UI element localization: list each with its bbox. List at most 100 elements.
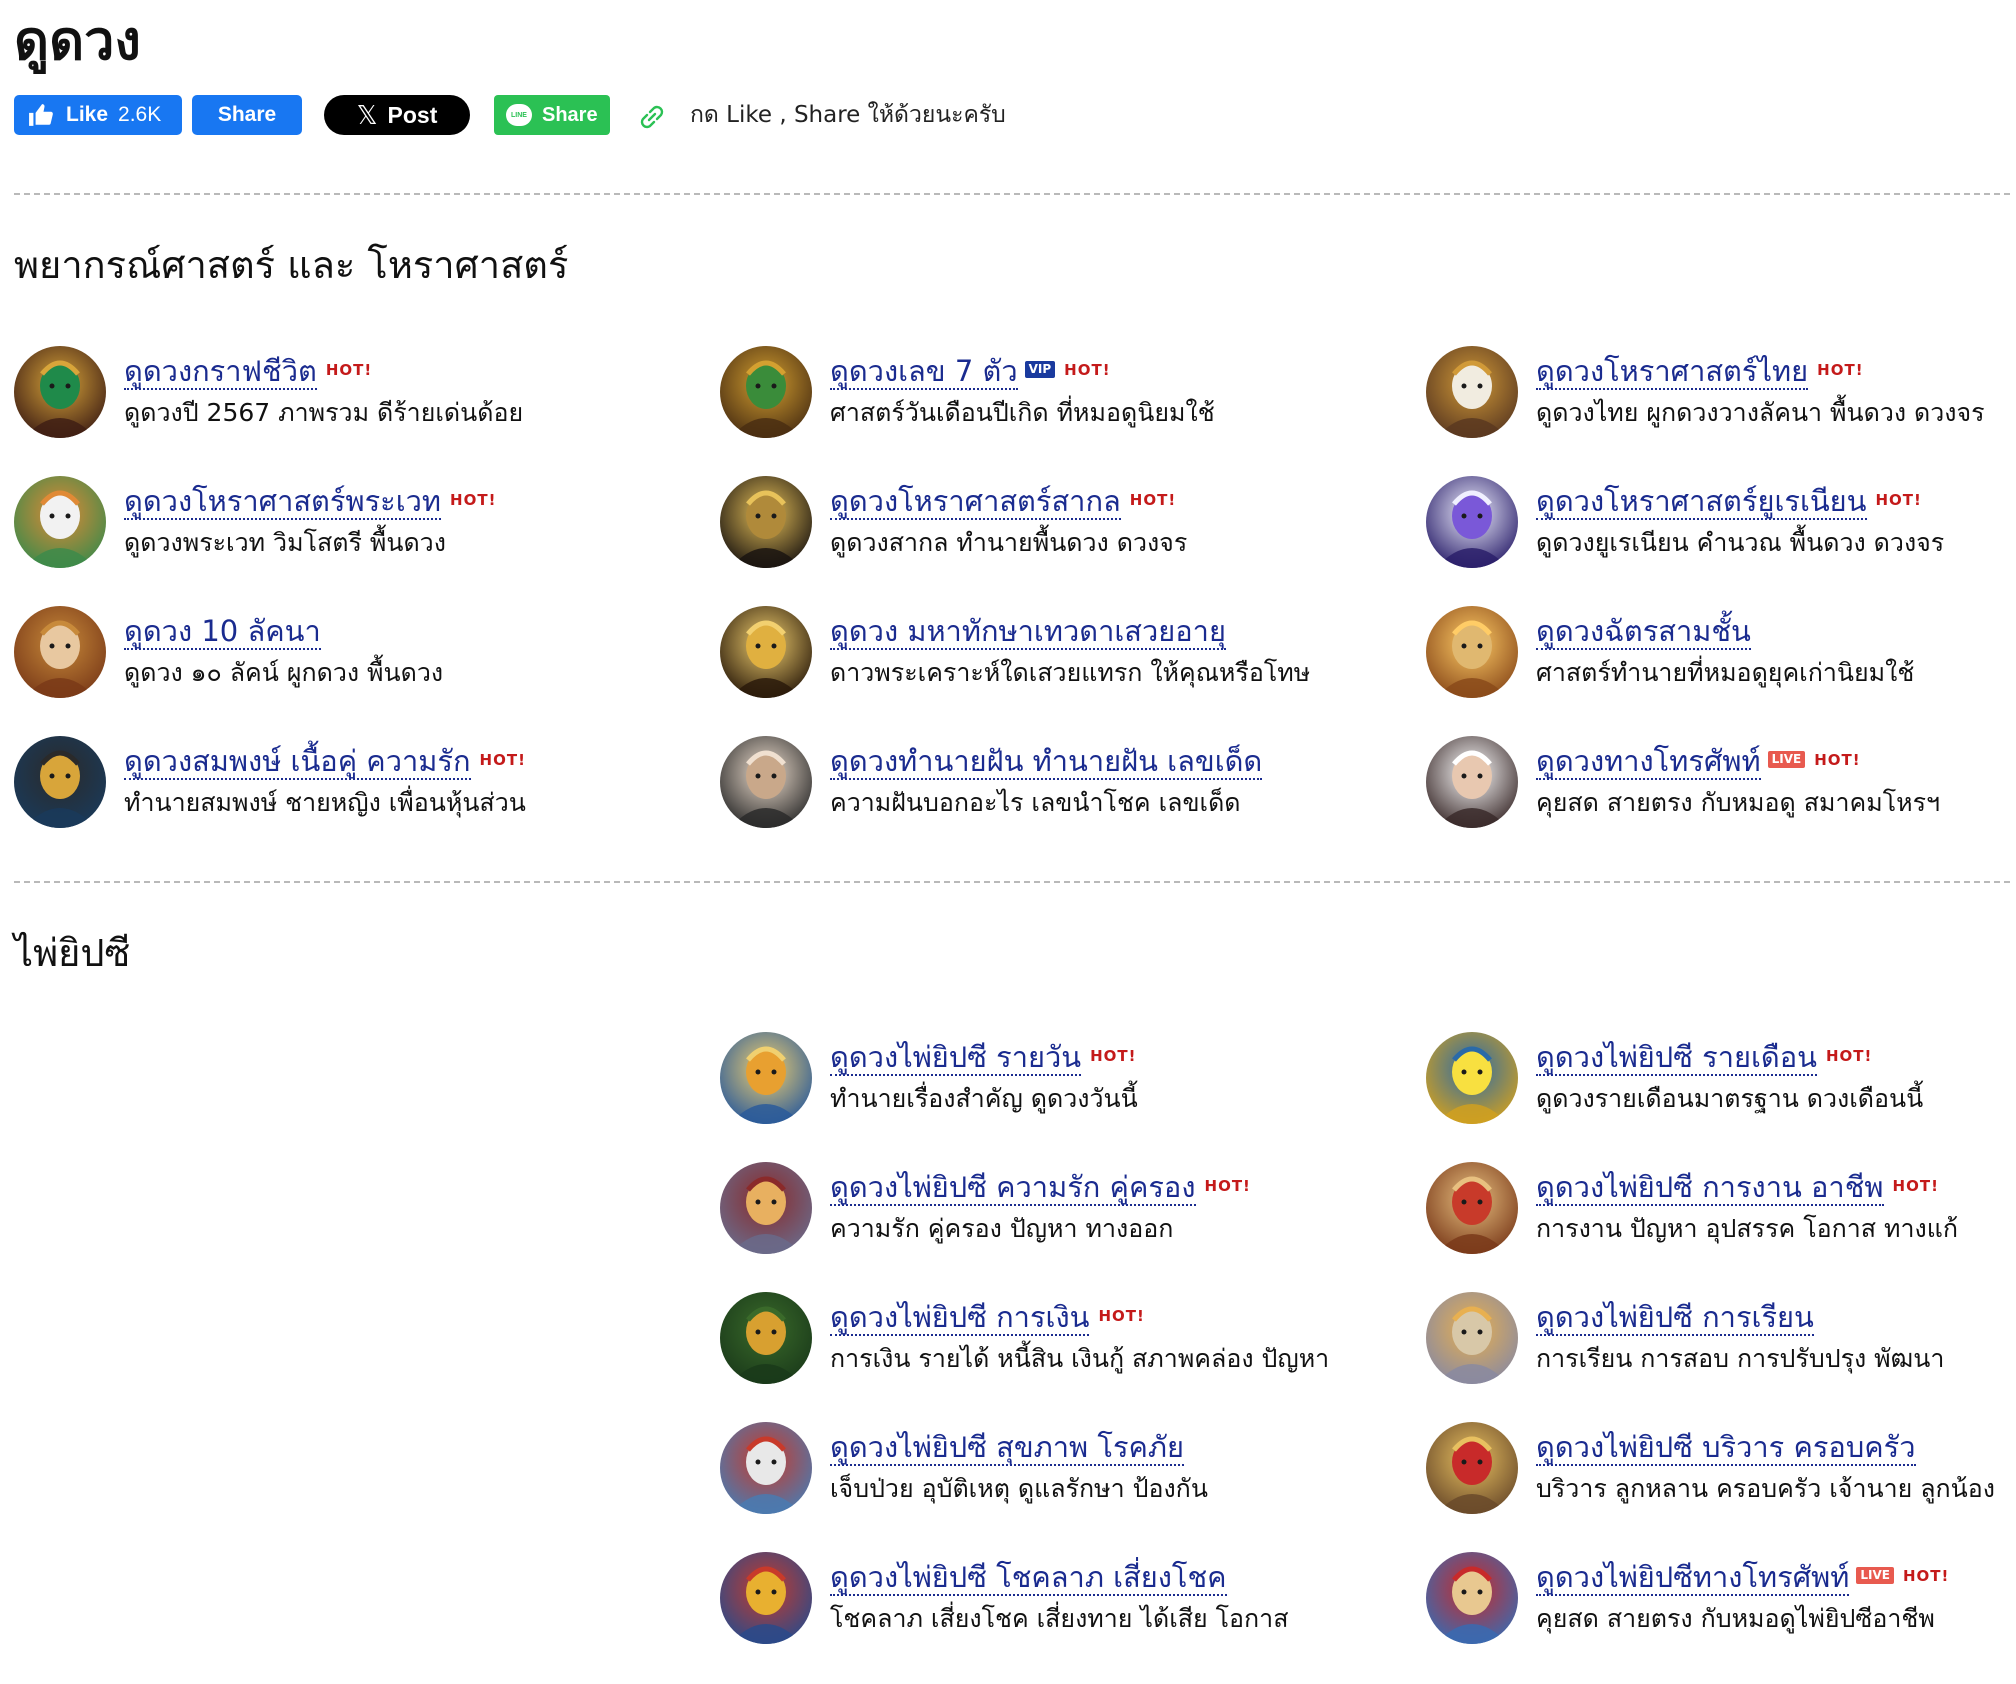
list-item: ดูดวงไพ่ยิปซี บริวาร ครอบครัวบริวาร ลูกห… [1426,1422,2016,1518]
item-thumbnail[interactable] [720,1162,812,1254]
list-item: ดูดวงไพ่ยิปซี การงาน อาชีพ HOT! การงาน ปัญ… [1426,1162,2016,1258]
item-description: ดูดวงปี 2567 ภาพรวม ดีร้ายเด่นด้อย [124,398,524,427]
item-title-row: ดูดวงไพ่ยิปซี โชคลาภ เสี่ยงโชค [830,1552,1227,1596]
facebook-like-button[interactable]: Like 2.6K [14,95,182,135]
hot-badge: HOT! [1817,361,1864,379]
item-thumbnail[interactable] [720,1552,812,1644]
item-thumbnail[interactable] [14,736,106,828]
facebook-like-label: Like [66,103,109,126]
hot-badge: HOT! [1090,1047,1137,1065]
item-thumbnail[interactable] [14,606,106,698]
hot-badge: HOT! [479,751,526,769]
item-description: ความฝันบอกอะไร เลขนำโชค เลขเด็ด [830,788,1241,817]
hot-badge: HOT! [1204,1177,1251,1195]
live-badge: LIVE [1856,1567,1894,1584]
hot-badge: HOT! [1875,491,1922,509]
item-title-row: ดูดวงเลข 7 ตัว VIP HOT! [830,346,1111,390]
item-title-link[interactable]: ดูดวงทำนายฝัน ทำนายฝัน เลขเด็ด [830,744,1263,780]
item-title-row: ดูดวงกราฟชีวิต HOT! [124,346,372,390]
line-share-button[interactable]: LINE Share [494,95,610,135]
item-title-row: ดูดวงโหราศาสตร์ไทย HOT! [1536,346,1864,390]
list-item: ดูดวงโหราศาสตร์สากล HOT! ดูดวงสากล ทำนายพื… [720,476,1360,572]
list-item: ดูดวงไพ่ยิปซี รายเดือน HOT! ดูดวงรายเดือนม… [1426,1032,2016,1128]
x-post-button[interactable]: 𝕏 Post [324,95,470,135]
item-title-link[interactable]: ดูดวงไพ่ยิปซี สุขภาพ โรคภัย [830,1430,1185,1466]
item-thumbnail[interactable] [14,346,106,438]
item-thumbnail[interactable] [1426,1162,1518,1254]
item-title-link[interactable]: ดูดวงฉัตรสามชั้น [1536,614,1751,650]
list-item: ดูดวงไพ่ยิปซี การเรียนการเรียน การสอบ กา… [1426,1292,2016,1388]
list-item: ดูดวงกราฟชีวิต HOT! ดูดวงปี 2567 ภาพรวม ดี… [14,346,654,442]
item-thumbnail[interactable] [1426,1422,1518,1514]
item-description: ทำนายเรื่องสำคัญ ดูดวงวันนี้ [830,1084,1138,1113]
share-note: กด Like , Share ให้ด้วยนะครับ [690,102,1006,128]
item-description: ดูดวงพระเวท วิมโสตรี พื้นดวง [124,528,446,557]
item-title-link[interactable]: ดูดวงโหราศาสตร์ยูเรเนียน [1536,484,1867,520]
item-thumbnail[interactable] [14,476,106,568]
item-thumbnail[interactable] [720,606,812,698]
item-title-row: ดูดวงโหราศาสตร์สากล HOT! [830,476,1176,520]
item-title-row: ดูดวงไพ่ยิปซี ความรัก คู่ครอง HOT! [830,1162,1251,1206]
item-description: การงาน ปัญหา อุปสรรค โอกาส ทางแก้ [1536,1214,1958,1243]
item-description: การเงิน รายได้ หนี้สิน เงินกู้ สภาพคล่อง… [830,1344,1330,1373]
item-title-link[interactable]: ดูดวงไพ่ยิปซี บริวาร ครอบครัว [1536,1430,1916,1466]
item-title-link[interactable]: ดูดวงโหราศาสตร์สากล [830,484,1121,520]
item-thumbnail[interactable] [1426,1292,1518,1384]
item-title-row: ดูดวงทำนายฝัน ทำนายฝัน เลขเด็ด [830,736,1263,780]
list-item: ดูดวงโหราศาสตร์พระเวท HOT! ดูดวงพระเวท วิม… [14,476,654,572]
item-thumbnail[interactable] [720,1422,812,1514]
hot-badge: HOT! [1064,361,1111,379]
facebook-share-button[interactable]: Share [192,95,302,135]
item-description: ดูดวงยูเรเนียน คำนวณ พื้นดวง ดวงจร [1536,528,1945,557]
item-title-link[interactable]: ดูดวงโหราศาสตร์พระเวท [124,484,442,520]
hot-badge: HOT! [1098,1307,1145,1325]
list-item: ดูดวงฉัตรสามชั้น ศาสตร์ทำนายที่หมอดูยุคเก… [1426,606,2016,702]
item-title-link[interactable]: ดูดวงไพ่ยิปซี รายเดือน [1536,1040,1817,1076]
item-title-link[interactable]: ดูดวงโหราศาสตร์ไทย [1536,354,1809,390]
item-title-row: ดูดวง มหาทักษาเทวดาเสวยอายุ [830,606,1226,650]
item-thumbnail[interactable] [720,476,812,568]
divider [14,193,2010,195]
item-title-link[interactable]: ดูดวงไพ่ยิปซี ความรัก คู่ครอง [830,1170,1196,1206]
item-title-row: ดูดวงไพ่ยิปซี รายเดือน HOT! [1536,1032,1872,1076]
item-title-link[interactable]: ดูดวงไพ่ยิปซี โชคลาภ เสี่ยงโชค [830,1560,1227,1596]
item-thumbnail[interactable] [720,1032,812,1124]
item-title-link[interactable]: ดูดวง มหาทักษาเทวดาเสวยอายุ [830,614,1226,650]
item-thumbnail[interactable] [1426,346,1518,438]
item-title-link[interactable]: ดูดวงกราฟชีวิต [124,354,317,390]
hot-badge: HOT! [450,491,497,509]
item-thumbnail[interactable] [1426,736,1518,828]
facebook-like-count: 2.6K [118,103,162,126]
item-thumbnail[interactable] [720,736,812,828]
item-thumbnail[interactable] [1426,606,1518,698]
item-thumbnail[interactable] [1426,476,1518,568]
item-title-link[interactable]: ดูดวงสมพงษ์ เนื้อคู่ ความรัก [124,744,471,780]
section-title-tarot: ไพ่ยิปซี [14,931,131,975]
hot-badge: HOT! [1902,1567,1950,1585]
item-thumbnail[interactable] [720,1292,812,1384]
item-description: คุยสด สายตรง กับหมอดูไพ่ยิปซีอาชีพ [1536,1604,1935,1633]
item-title-link[interactable]: ดูดวงทางโทรศัพท์ [1536,744,1761,780]
item-thumbnail[interactable] [1426,1552,1518,1644]
line-share-label: Share [542,103,598,126]
item-title-row: ดูดวงโหราศาสตร์ยูเรเนียน HOT! [1536,476,1922,520]
item-description: ทำนายสมพงษ์ ชายหญิง เพื่อนหุ้นส่วน [124,788,526,817]
item-title-link[interactable]: ดูดวงไพ่ยิปซี การเรียน [1536,1300,1814,1336]
item-title-row: ดูดวงสมพงษ์ เนื้อคู่ ความรัก HOT! [124,736,526,780]
item-description: การเรียน การสอบ การปรับปรุง พัฒนา [1536,1344,1945,1373]
item-title-link[interactable]: ดูดวงไพ่ยิปซี การเงิน [830,1300,1090,1336]
item-thumbnail[interactable] [720,346,812,438]
item-description: ดูดวง ๑๐ ลัคน์ ผูกดวง พื้นดวง [124,658,444,687]
item-thumbnail[interactable] [1426,1032,1518,1124]
item-description: ดูดวงรายเดือนมาตรฐาน ดวงเดือนนี้ [1536,1084,1924,1113]
hot-badge: HOT! [1814,751,1861,769]
item-title-link[interactable]: ดูดวงไพ่ยิปซี รายวัน [830,1040,1082,1076]
list-item: ดูดวงไพ่ยิปซี ความรัก คู่ครอง HOT! ความรัก… [720,1162,1360,1258]
item-title-link[interactable]: ดูดวงเลข 7 ตัว [830,354,1018,390]
item-description: บริวาร ลูกหลาน ครอบครัว เจ้านาย ลูกน้อง [1536,1474,1995,1503]
list-item: ดูดวงสมพงษ์ เนื้อคู่ ความรัก HOT! ทำนายสมพ… [14,736,654,832]
link-icon[interactable] [634,99,670,135]
item-title-link[interactable]: ดูดวงไพ่ยิปซี การงาน อาชีพ [1536,1170,1884,1206]
item-title-link[interactable]: ดูดวงไพ่ยิปซีทางโทรศัพท์ [1536,1560,1850,1596]
item-title-link[interactable]: ดูดวง 10 ลัคนา [124,614,321,650]
